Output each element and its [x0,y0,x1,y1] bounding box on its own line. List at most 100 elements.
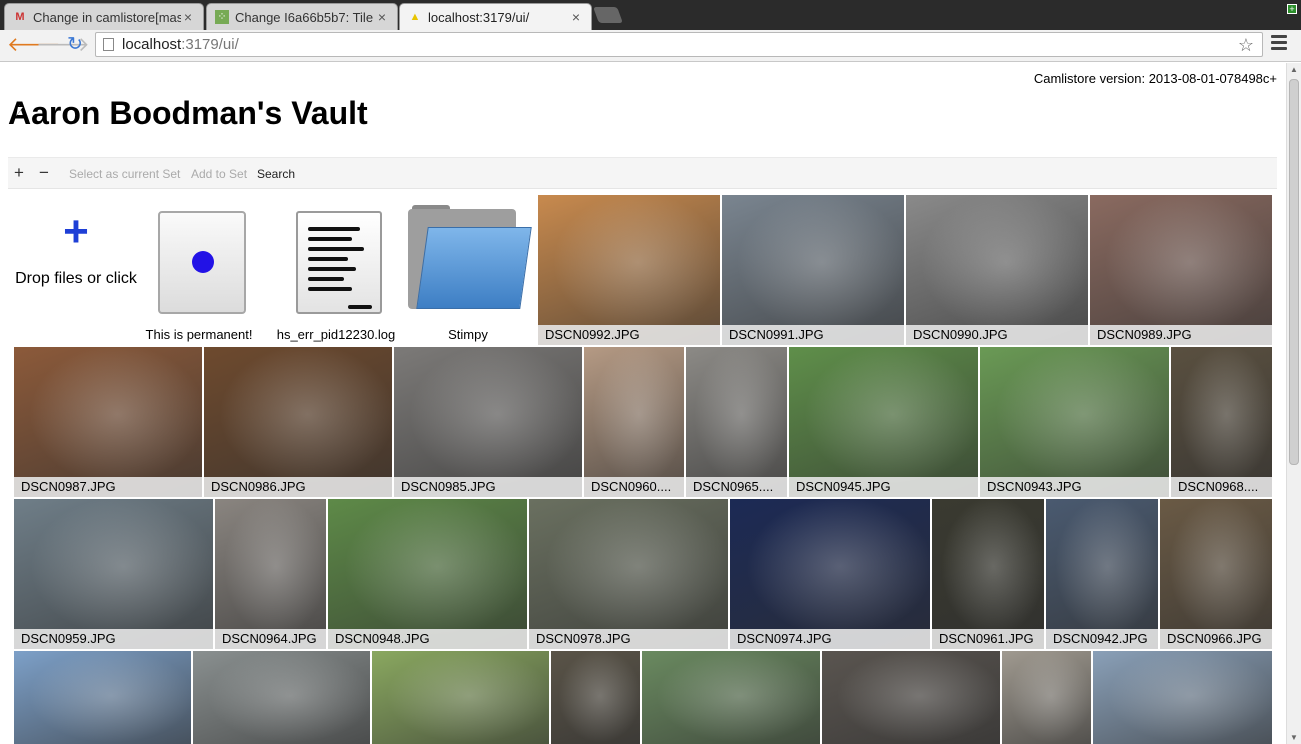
photo-tile[interactable]: DSCN0989.JPG [1090,195,1272,345]
photo-thumbnail [1160,499,1272,649]
close-icon[interactable]: × [569,9,583,25]
tile-caption: DSCN0961.JPG [932,629,1044,649]
scroll-up-icon[interactable]: ▲ [1290,65,1298,74]
url-path: :3179/ui/ [181,36,239,53]
photo-tile[interactable] [822,651,1000,744]
page-viewport: Camlistore version: 2013-08-01-078498c+ … [0,63,1286,744]
page-scrollbar[interactable]: ▲ ▼ [1286,63,1301,744]
action-bar: + − Select as current Set Add to Set Sea… [8,157,1277,189]
tile-caption: DSCN0968.... [1171,477,1272,497]
browser-tab-localhost[interactable]: ▲ localhost:3179/ui/ × [399,3,592,30]
scroll-down-icon[interactable]: ▼ [1290,733,1298,742]
search-button[interactable]: Search [257,167,295,181]
permanode-tile[interactable]: This is permanent! [138,195,260,345]
photo-tile[interactable] [193,651,370,744]
tile-caption: Stimpy [448,327,488,342]
photo-thumbnail [538,195,720,345]
photo-thumbnail [789,347,978,497]
select-as-current-set-button[interactable]: Select as current Set [69,167,180,181]
text-file-icon [296,211,382,314]
photo-thumbnail [1046,499,1158,649]
photo-tile[interactable]: DSCN0965.... [686,347,787,497]
photo-tile[interactable] [14,651,191,744]
browser-tab-gmail[interactable]: M Change in camlistore[master] × [4,3,204,30]
back-arrow-icon[interactable]: 🡐 [7,34,61,56]
photo-tile[interactable]: DSCN0978.JPG [529,499,728,649]
photo-tile[interactable]: DSCN0960.... [584,347,684,497]
photo-tile[interactable]: DSCN0968.... [1171,347,1272,497]
tile-caption: DSCN0945.JPG [789,477,978,497]
tab-title: localhost:3179/ui/ [428,9,530,25]
tile-caption: DSCN0987.JPG [14,477,202,497]
photo-tile[interactable] [642,651,820,744]
plus-button[interactable]: + [14,163,24,183]
photo-thumbnail [1171,347,1272,497]
tile-caption: DSCN0986.JPG [204,477,392,497]
photo-thumbnail [328,499,527,649]
minus-button[interactable]: − [39,163,49,183]
photo-tile[interactable] [372,651,549,744]
tile-caption: DSCN0989.JPG [1090,325,1272,345]
photo-thumbnail [686,347,787,497]
scrollbar-thumb[interactable] [1289,79,1299,465]
photo-tile[interactable]: DSCN0985.JPG [394,347,582,497]
address-bar[interactable]: localhost:3179/ui/ ☆ [95,32,1263,57]
photo-tile[interactable]: DSCN0948.JPG [328,499,527,649]
gerrit-icon: ⁘ [215,10,229,24]
photo-tile[interactable]: DSCN0990.JPG [906,195,1088,345]
photo-tile[interactable]: DSCN0942.JPG [1046,499,1158,649]
photo-tile[interactable]: DSCN0945.JPG [789,347,978,497]
photo-thumbnail [529,499,728,649]
photo-tile[interactable]: DSCN0986.JPG [204,347,392,497]
forward-arrow-icon[interactable]: 🡒 [36,34,90,56]
photo-thumbnail [204,347,392,497]
new-tab-button[interactable] [593,7,623,23]
photo-tile[interactable]: DSCN0959.JPG [14,499,213,649]
browser-tab-gerrit[interactable]: ⁘ Change I6a66b5b7: Tile in × [206,3,398,30]
photo-thumbnail [1002,651,1091,744]
reload-icon[interactable]: ↻ [64,34,86,56]
photo-tile[interactable]: DSCN0966.JPG [1160,499,1272,649]
url-host: localhost [122,36,182,53]
photo-thumbnail [932,499,1044,649]
tile-caption: DSCN0985.JPG [394,477,582,497]
photo-tile[interactable]: DSCN0964.JPG [215,499,326,649]
photo-thumbnail [14,347,202,497]
photo-tile[interactable]: DSCN0974.JPG [730,499,930,649]
extension-icon[interactable]: + [1287,4,1297,14]
tile-caption: DSCN0992.JPG [538,325,720,345]
photo-thumbnail [14,651,191,744]
tile-caption: DSCN0974.JPG [730,629,930,649]
tile-caption: DSCN0960.... [584,477,684,497]
hamburger-menu-icon[interactable] [1271,35,1287,51]
photo-tile[interactable]: DSCN0943.JPG [980,347,1169,497]
photo-tile[interactable]: DSCN0987.JPG [14,347,202,497]
photo-thumbnail [551,651,640,744]
tile-caption: DSCN0966.JPG [1160,629,1272,649]
file-tile[interactable]: hs_err_pid12230.log [272,195,400,345]
permanode-icon [158,211,246,314]
photo-thumbnail [584,347,684,497]
close-icon[interactable]: × [375,9,389,25]
bookmark-star-icon[interactable]: ☆ [1238,34,1254,57]
photo-thumbnail [394,347,582,497]
photo-tile[interactable] [1002,651,1091,744]
close-icon[interactable]: × [181,9,195,25]
folder-tile[interactable]: Stimpy [404,195,532,345]
photo-thumbnail [722,195,904,345]
photo-thumbnail [193,651,370,744]
tile-caption: DSCN0948.JPG [328,629,527,649]
drop-files-area[interactable]: + Drop files or click [14,195,138,345]
photo-tile[interactable] [551,651,640,744]
add-to-set-button[interactable]: Add to Set [191,167,247,181]
photo-tile[interactable]: DSCN0961.JPG [932,499,1044,649]
photo-thumbnail [642,651,820,744]
photo-tile[interactable] [1093,651,1272,744]
photo-thumbnail [1090,195,1272,345]
photo-tile[interactable]: DSCN0991.JPG [722,195,904,345]
photo-thumbnail [822,651,1000,744]
photo-thumbnail [980,347,1169,497]
photo-thumbnail [372,651,549,744]
browser-tab-bar: M Change in camlistore[master] × ⁘ Chang… [0,0,1301,30]
photo-tile[interactable]: DSCN0992.JPG [538,195,720,345]
